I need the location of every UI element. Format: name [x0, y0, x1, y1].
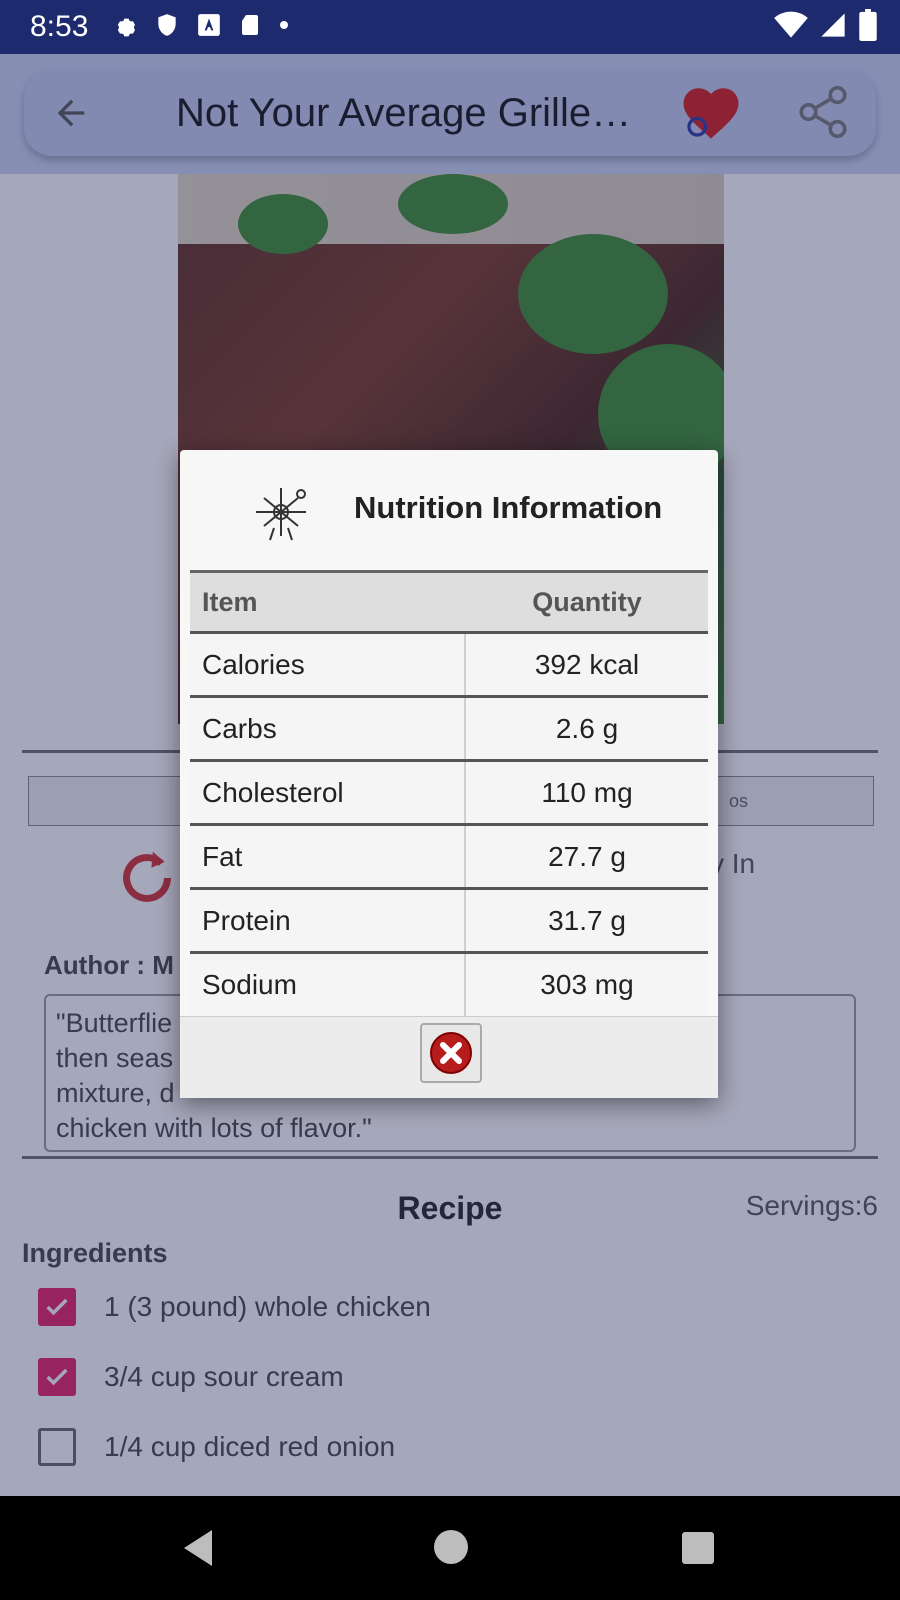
status-left-icons [110, 11, 290, 44]
table-row: Cholesterol 110 mg [190, 762, 708, 826]
table-header: Item Quantity [190, 570, 708, 634]
column-header-item: Item [202, 586, 258, 617]
battery-icon [858, 8, 878, 46]
gear-icon [110, 11, 138, 44]
column-header-quantity: Quantity [532, 586, 642, 617]
nav-back-icon[interactable] [180, 1528, 216, 1568]
close-button[interactable] [420, 1023, 482, 1083]
nav-recents-icon[interactable] [682, 1532, 714, 1564]
shield-icon [154, 11, 180, 44]
dialog-header: Nutrition Information [180, 450, 718, 568]
nutrition-dialog: Nutrition Information Item Quantity Calo… [180, 450, 718, 1098]
nutrient-name: Cholesterol [190, 762, 466, 823]
dot-icon [278, 18, 290, 36]
nutrient-quantity: 27.7 g [548, 840, 626, 872]
nutrient-name: Calories [190, 634, 466, 695]
sd-card-icon [238, 11, 262, 44]
wifi-icon [774, 11, 808, 44]
nutrient-quantity: 110 mg [541, 776, 633, 808]
table-row: Sodium 303 mg [190, 954, 708, 1018]
table-row: Calories 392 kcal [190, 634, 708, 698]
a-badge-icon [196, 12, 222, 43]
nutrient-name: Protein [190, 890, 466, 951]
nutrient-name: Fat [190, 826, 466, 887]
dialog-title: Nutrition Information [354, 490, 663, 525]
table-row: Fat 27.7 g [190, 826, 708, 890]
nutrient-name: Carbs [190, 698, 466, 759]
nutrition-table: Item Quantity Calories 392 kcal Carbs 2.… [190, 570, 708, 1018]
system-nav-bar [0, 1496, 900, 1600]
status-bar: 8:53 [0, 0, 900, 54]
status-time: 8:53 [30, 10, 89, 43]
table-row: Carbs 2.6 g [190, 698, 708, 762]
nutrient-quantity: 31.7 g [548, 904, 626, 936]
dialog-footer [180, 1016, 718, 1098]
nutrient-quantity: 2.6 g [555, 712, 619, 744]
logo-icon [256, 488, 306, 541]
nav-home-icon[interactable] [434, 1530, 468, 1564]
signal-icon [818, 11, 848, 44]
table-row: Protein 31.7 g [190, 890, 708, 954]
close-x-icon [430, 1032, 472, 1074]
nutrient-name: Sodium [190, 954, 466, 1016]
nutrient-quantity: 392 kcal [534, 648, 640, 680]
status-right-icons [774, 8, 878, 46]
nutrient-quantity: 303 mg [540, 969, 634, 1000]
